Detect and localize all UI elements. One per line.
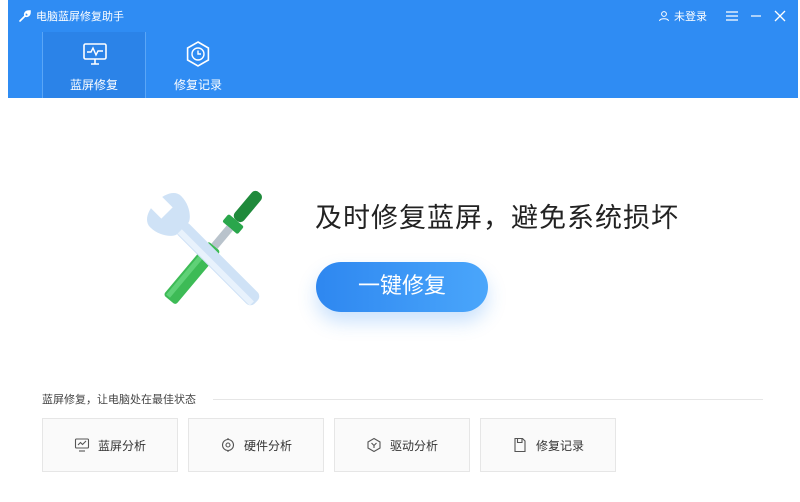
user-icon <box>659 11 669 22</box>
tool-hardware-analysis[interactable]: 硬件分析 <box>188 418 324 472</box>
title-bar: 电脑蓝屏修复助手 未登录 <box>8 0 798 32</box>
monitor-chart-icon <box>74 438 90 452</box>
minimize-button[interactable] <box>746 6 766 26</box>
tab-label: 蓝屏修复 <box>69 78 118 92</box>
hero-title: 及时修复蓝屏，避免系统损坏 <box>315 203 679 234</box>
close-button[interactable] <box>770 6 790 26</box>
tool-label: 蓝屏分析 <box>97 438 146 453</box>
header: 电脑蓝屏修复助手 未登录 蓝屏修复 修复记录 <box>8 0 798 98</box>
driver-icon <box>367 437 381 453</box>
tools-section-label: 蓝屏修复，让电脑处在最佳状态 <box>42 393 196 406</box>
one-click-repair-button[interactable]: 一键修复 <box>316 262 488 312</box>
login-label: 未登录 <box>674 10 707 23</box>
tab-repair-records[interactable]: 修复记录 <box>146 32 250 98</box>
tab-label: 修复记录 <box>173 78 222 92</box>
tool-label: 硬件分析 <box>243 438 292 453</box>
tool-label: 驱动分析 <box>389 438 438 453</box>
menu-button[interactable] <box>722 6 742 26</box>
section-divider <box>213 399 763 400</box>
wrench-logo-icon <box>19 10 31 22</box>
tool-label: 修复记录 <box>535 438 584 453</box>
tab-bluescreen-repair[interactable]: 蓝屏修复 <box>42 32 146 98</box>
close-icon <box>774 10 786 22</box>
login-button[interactable]: 未登录 <box>658 8 707 24</box>
minimize-icon <box>751 15 761 17</box>
repair-tools-illustration <box>147 190 262 306</box>
app-title: 电脑蓝屏修复助手 <box>36 10 124 23</box>
clock-hexagon-icon <box>186 41 210 67</box>
monitor-icon <box>83 43 107 65</box>
tool-driver-analysis[interactable]: 驱动分析 <box>334 418 470 472</box>
tool-bluescreen-analysis[interactable]: 蓝屏分析 <box>42 418 178 472</box>
menu-icon <box>726 11 738 21</box>
tool-repair-record[interactable]: 修复记录 <box>480 418 616 472</box>
hardware-icon <box>221 438 235 452</box>
app-window: 电脑蓝屏修复助手 未登录 蓝屏修复 修复记录 及时修复蓝屏，避免系统损坏 一键修… <box>8 0 798 502</box>
main-panel: 及时修复蓝屏，避免系统损坏 一键修复 蓝屏修复，让电脑处在最佳状态 蓝屏分析 硬… <box>8 98 798 502</box>
record-icon <box>514 437 526 453</box>
